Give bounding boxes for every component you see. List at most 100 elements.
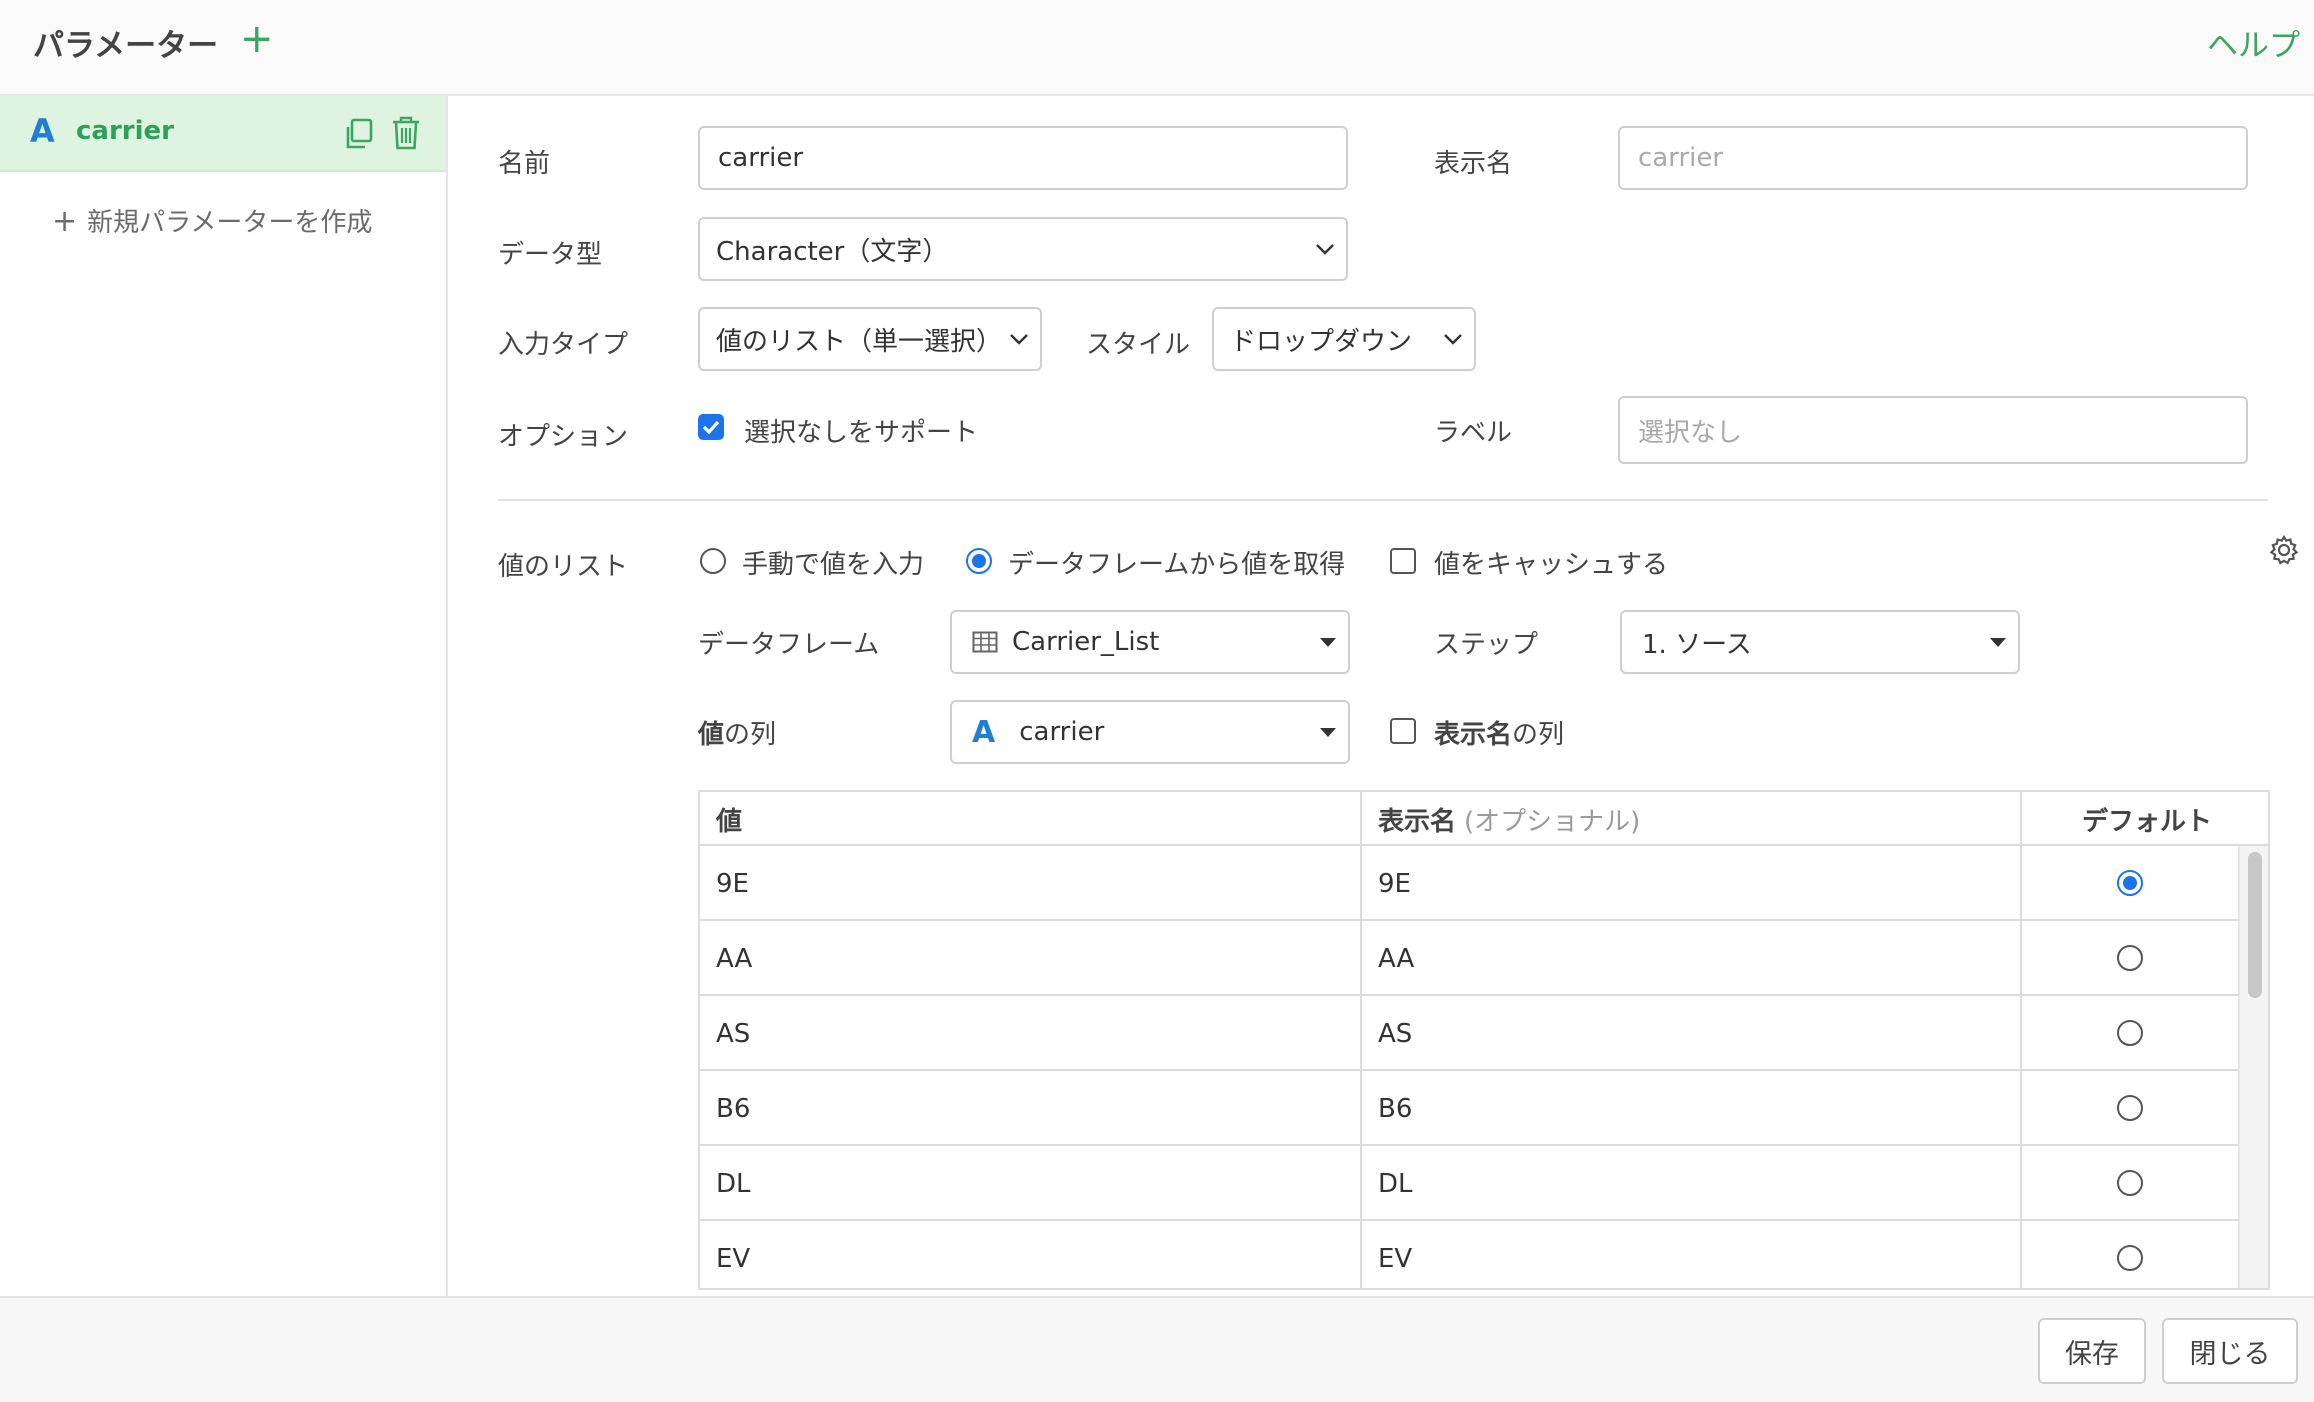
scrollbar-thumb[interactable] bbox=[2248, 852, 2262, 998]
cell-display[interactable]: EV bbox=[1378, 1221, 1412, 1288]
cell-display[interactable]: AA bbox=[1378, 921, 1414, 996]
none-label-input[interactable]: 選択なし bbox=[1618, 396, 2248, 464]
cell-value[interactable]: DL bbox=[716, 1146, 751, 1221]
table-row[interactable]: EV EV bbox=[700, 1221, 2238, 1288]
cell-display[interactable]: B6 bbox=[1378, 1071, 1412, 1146]
chevron-down-icon bbox=[1008, 332, 1030, 346]
value-column-label-bold: 値 bbox=[698, 720, 725, 750]
cell-value[interactable]: EV bbox=[716, 1221, 750, 1288]
dataframe-value: Carrier_List bbox=[1012, 627, 1160, 657]
step-value: 1. ソース bbox=[1642, 629, 1752, 660]
section-divider bbox=[498, 499, 2268, 501]
save-button[interactable]: 保存 bbox=[2038, 1318, 2146, 1384]
caret-down-icon bbox=[1990, 638, 2006, 647]
header-value: 値 bbox=[716, 806, 743, 837]
table-scrollbar[interactable] bbox=[2238, 846, 2268, 1288]
cache-label: 値をキャッシュする bbox=[1434, 550, 1669, 580]
display-name-input[interactable]: carrier bbox=[1618, 126, 2248, 190]
default-radio[interactable] bbox=[2117, 1245, 2143, 1271]
new-parameter-label: 新規パラメーターを作成 bbox=[87, 208, 373, 238]
data-type-select[interactable]: Character（文字） bbox=[698, 217, 1348, 281]
sidebar-item-carrier[interactable]: A carrier bbox=[0, 96, 446, 172]
character-type-icon: A bbox=[972, 714, 996, 750]
header-display: 表示名 (オプショナル) bbox=[1378, 792, 1640, 846]
caret-down-icon bbox=[1320, 728, 1336, 737]
table-row[interactable]: 9E 9E bbox=[700, 846, 2238, 921]
default-radio[interactable] bbox=[2117, 1170, 2143, 1196]
caret-down-icon bbox=[1320, 638, 1336, 647]
table-row[interactable]: AS AS bbox=[700, 996, 2238, 1071]
cell-value[interactable]: AS bbox=[716, 996, 750, 1071]
copy-icon[interactable] bbox=[344, 118, 374, 150]
chevron-down-icon bbox=[1442, 332, 1464, 346]
dialog-header: パラメーター + ヘルプ bbox=[0, 0, 2314, 96]
table-row[interactable]: DL DL bbox=[700, 1146, 2238, 1221]
step-select[interactable]: 1. ソース bbox=[1620, 610, 2020, 674]
option-label: オプション bbox=[498, 422, 629, 452]
close-button[interactable]: 閉じる bbox=[2162, 1318, 2298, 1384]
parameter-sidebar: A carrier + 新規パラメーターを作成 bbox=[0, 96, 448, 1296]
input-type-select[interactable]: 値のリスト（単一選択） bbox=[698, 307, 1042, 371]
label-label: ラベル bbox=[1434, 418, 1513, 448]
table-row[interactable]: B6 B6 bbox=[700, 1071, 2238, 1146]
plus-icon[interactable]: + bbox=[240, 14, 274, 64]
cache-checkbox[interactable] bbox=[1390, 548, 1416, 574]
value-list-label: 値のリスト bbox=[498, 552, 629, 582]
value-column-value: carrier bbox=[1019, 717, 1105, 747]
values-table: 値 表示名 (オプショナル) デフォルト 9E 9E AA AA AS AS B6 B6 DL DL… bbox=[698, 790, 2270, 1290]
new-parameter-button[interactable]: + 新規パラメーターを作成 bbox=[52, 202, 372, 239]
default-radio[interactable] bbox=[2117, 1020, 2143, 1046]
header-display-optional: (オプショナル) bbox=[1464, 806, 1641, 837]
value-column-label-rest: の列 bbox=[724, 720, 777, 750]
gear-icon[interactable] bbox=[2268, 534, 2300, 566]
plus-icon: + bbox=[52, 204, 78, 239]
default-radio[interactable] bbox=[2117, 870, 2143, 896]
default-radio[interactable] bbox=[2117, 945, 2143, 971]
sidebar-item-label: carrier bbox=[76, 116, 174, 146]
dataframe-label: データフレーム bbox=[698, 630, 880, 660]
value-column-label: 値の列 bbox=[698, 714, 776, 751]
trash-icon[interactable] bbox=[392, 116, 420, 150]
name-input[interactable]: carrier bbox=[698, 126, 1348, 190]
dialog-footer: 保存 閉じる bbox=[0, 1296, 2314, 1402]
name-label: 名前 bbox=[498, 149, 551, 179]
header-display-label: 表示名 bbox=[1378, 806, 1457, 837]
style-label: スタイル bbox=[1086, 330, 1191, 360]
value-column-select[interactable]: A carrier bbox=[950, 700, 1350, 764]
help-link[interactable]: ヘルプ bbox=[2207, 20, 2300, 65]
style-select[interactable]: ドロップダウン bbox=[1212, 307, 1476, 371]
display-column-label-rest: の列 bbox=[1512, 720, 1565, 750]
cell-display[interactable]: AS bbox=[1378, 996, 1412, 1071]
cell-value[interactable]: B6 bbox=[716, 1071, 750, 1146]
parameter-dialog: パラメーター + ヘルプ A carrier + 新規パラメーターを作成 名前 … bbox=[0, 0, 2314, 1402]
display-name-label: 表示名 bbox=[1434, 149, 1513, 179]
display-column-label: 表示名の列 bbox=[1434, 714, 1564, 751]
header-default: デフォルト bbox=[2082, 806, 2213, 837]
cell-display[interactable]: 9E bbox=[1378, 846, 1411, 921]
cell-value[interactable]: AA bbox=[716, 921, 752, 996]
data-type-label: データ型 bbox=[498, 240, 603, 270]
display-column-label-bold: 表示名 bbox=[1434, 720, 1513, 750]
radio-manual[interactable] bbox=[700, 548, 726, 574]
radio-manual-label: 手動で値を入力 bbox=[742, 550, 925, 580]
style-value: ドロップダウン bbox=[1230, 326, 1413, 357]
cell-display[interactable]: DL bbox=[1378, 1146, 1413, 1221]
input-type-value: 値のリスト（単一選択） bbox=[716, 326, 1003, 357]
default-radio[interactable] bbox=[2117, 1095, 2143, 1121]
page-title: パラメーター bbox=[33, 28, 219, 64]
radio-dataframe-label: データフレームから値を取得 bbox=[1008, 550, 1346, 580]
input-type-label: 入力タイプ bbox=[498, 330, 629, 360]
character-type-icon: A bbox=[30, 112, 55, 150]
step-label: ステップ bbox=[1434, 630, 1539, 660]
support-none-label: 選択なしをサポート bbox=[744, 418, 979, 448]
display-column-checkbox[interactable] bbox=[1390, 718, 1416, 744]
table-header: 値 表示名 (オプショナル) デフォルト bbox=[700, 792, 2268, 846]
cell-value[interactable]: 9E bbox=[716, 846, 749, 921]
support-none-checkbox[interactable] bbox=[698, 414, 724, 440]
table-icon bbox=[972, 631, 998, 653]
radio-dataframe[interactable] bbox=[966, 548, 992, 574]
dataframe-select[interactable]: Carrier_List bbox=[950, 610, 1350, 674]
data-type-value: Character（文字） bbox=[716, 236, 949, 267]
chevron-down-icon bbox=[1314, 242, 1336, 256]
table-row[interactable]: AA AA bbox=[700, 921, 2238, 996]
